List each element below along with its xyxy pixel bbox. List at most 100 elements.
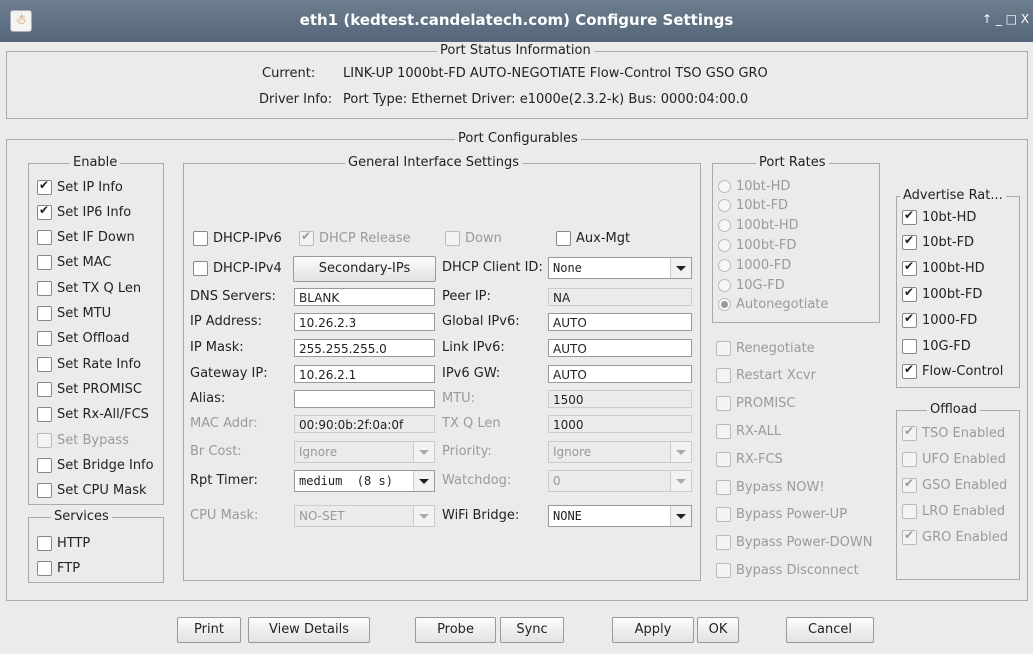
misc-renegotiate-box[interactable] [716,340,731,356]
cpu-mask-select[interactable]: NO-SET [294,505,435,527]
tx-q-len-field[interactable]: 1000 [548,415,692,433]
advertise-1000-fd-checkbox[interactable]: 1000-FD [902,311,977,329]
window-titlebar[interactable]: ☃ eth1 (kedtest.candelatech.com) Configu… [0,0,1033,42]
aux-mgt-box[interactable] [556,230,571,246]
dhcp-ipv6-checkbox[interactable]: DHCP-IPv6 [193,229,282,247]
enable-set-rx-all-fcs-checkbox[interactable]: Set Rx-All/FCS [37,406,149,424]
br-cost-select[interactable]: Ignore [294,441,435,463]
misc-bypass-now-checkbox[interactable]: Bypass NOW! [716,478,825,496]
ip-address-field[interactable]: 10.26.2.3 [294,313,435,331]
sync-button[interactable]: Sync [500,617,564,643]
port-rate-100bt-hd-dot[interactable] [718,219,731,233]
priority-select[interactable]: Ignore [548,441,692,463]
offload-lro-enabled-box[interactable] [902,503,917,519]
advertise-1000-fd-box[interactable] [902,311,917,328]
offload-tso-enabled-box[interactable] [902,424,917,441]
port-rate-1000-fd-dot[interactable] [718,258,731,272]
dhcp-release-box[interactable] [299,229,314,246]
rpt-timer-select[interactable]: medium (8 s) [294,470,435,492]
port-rate-10bt-fd-dot[interactable] [718,199,731,213]
advertise-10bt-hd-checkbox[interactable]: 10bt-HD [902,208,976,226]
secondary-ips-button[interactable]: Secondary-IPs [293,256,436,282]
dhcp-client-id-select[interactable]: None [548,257,692,279]
service-ftp-box[interactable] [37,560,52,576]
offload-gro-enabled-box[interactable] [902,528,917,545]
enable-set-bypass-box[interactable] [37,432,52,448]
ok-button[interactable]: OK [697,617,739,643]
advertise-100bt-hd-box[interactable] [902,259,917,277]
watchdog-select[interactable]: 0 [548,470,692,492]
misc-rx-fcs-box[interactable] [716,451,731,467]
gateway-ip-field[interactable]: 10.26.2.1 [294,365,435,383]
offload-gso-enabled-checkbox[interactable]: GSO Enabled [902,476,1007,494]
enable-set-offload-box[interactable] [37,331,52,347]
port-rate-100bt-fd-dot[interactable] [718,238,731,252]
misc-bypass-power-up-checkbox[interactable]: Bypass Power-UP [716,506,847,524]
apply-button[interactable]: Apply [612,617,694,643]
chevron-down-icon[interactable] [413,471,434,491]
enable-set-mac-box[interactable] [37,255,52,271]
mac-addr-field[interactable]: 00:90:0b:2f:0a:0f [294,415,435,433]
chevron-down-icon[interactable] [670,471,691,491]
advertise-100bt-fd-box[interactable] [902,285,917,302]
mtu-field[interactable]: 1500 [548,390,692,408]
enable-set-rate-info-box[interactable] [37,356,52,372]
dhcp-ipv6-box[interactable] [193,230,208,246]
misc-bypass-power-down-checkbox[interactable]: Bypass Power-DOWN [716,534,873,552]
offload-lro-enabled-checkbox[interactable]: LRO Enabled [902,502,1005,520]
advertise-10bt-hd-box[interactable] [902,208,917,225]
advertise-flow-control-checkbox[interactable]: Flow-Control [902,362,1003,381]
print-button[interactable]: Print [177,617,241,643]
service-ftp-checkbox[interactable]: FTP [37,559,80,577]
port-rate-100bt-hd-radio[interactable]: 100bt-HD [718,217,799,235]
enable-set-cpu-mask-box[interactable] [37,483,52,499]
offload-tso-enabled-checkbox[interactable]: TSO Enabled [902,424,1005,442]
enable-set-mac-checkbox[interactable]: Set MAC [37,254,111,272]
global-ipv6-field[interactable]: AUTO [548,313,692,331]
misc-restart-xcvr-box[interactable] [716,368,731,384]
enable-set-ip6-info-checkbox[interactable]: Set IP6 Info [37,203,131,221]
port-rate-100bt-fd-radio[interactable]: 100bt-FD [718,236,796,254]
chevron-down-icon[interactable] [670,506,691,526]
cancel-button[interactable]: Cancel [786,617,874,643]
offload-ufo-enabled-box[interactable] [902,451,917,467]
enable-set-ip-info-box[interactable] [37,178,52,195]
advertise-10g-fd-box[interactable] [902,338,917,354]
enable-set-promisc-checkbox[interactable]: Set PROMISC [37,380,142,398]
window-controls[interactable]: ↑ _ □ X [982,12,1029,26]
advertise-100bt-fd-checkbox[interactable]: 100bt-FD [902,285,982,303]
misc-promisc-checkbox[interactable]: PROMISC [716,395,795,413]
peer-ip-field[interactable]: NA [548,288,692,306]
link-ipv6-field[interactable]: AUTO [548,339,692,357]
port-rate-10bt-hd-dot[interactable] [718,179,731,193]
service-http-box[interactable] [37,535,52,551]
wifi-bridge-select[interactable]: NONE [548,505,692,527]
enable-set-tx-q-len-box[interactable] [37,280,52,296]
enable-set-if-down-checkbox[interactable]: Set IF Down [37,229,135,247]
port-rate-autonegotiate-radio[interactable]: Autonegotiate [718,296,828,314]
alias-field[interactable] [294,390,435,408]
down-checkbox[interactable]: Down [445,229,502,247]
enable-set-ip6-info-box[interactable] [37,203,52,220]
misc-promisc-box[interactable] [716,396,731,412]
advertise-100bt-hd-checkbox[interactable]: 100bt-HD [902,259,985,278]
offload-gso-enabled-box[interactable] [902,476,917,493]
dhcp-release-checkbox[interactable]: DHCP Release [299,229,411,247]
ipv6-gw-field[interactable]: AUTO [548,365,692,383]
port-rate-10g-fd-radio[interactable]: 10G-FD [718,276,785,294]
misc-restart-xcvr-checkbox[interactable]: Restart Xcvr [716,367,816,385]
misc-rx-all-checkbox[interactable]: RX-ALL [716,422,781,440]
enable-set-bridge-info-checkbox[interactable]: Set Bridge Info [37,456,154,474]
misc-renegotiate-checkbox[interactable]: Renegotiate [716,339,815,357]
misc-rx-all-box[interactable] [716,423,731,439]
dhcp-ipv4-checkbox[interactable]: DHCP-IPv4 [193,259,282,277]
offload-ufo-enabled-checkbox[interactable]: UFO Enabled [902,450,1006,468]
chevron-down-icon[interactable] [670,258,691,278]
view-details-button[interactable]: View Details [248,617,370,643]
enable-set-promisc-box[interactable] [37,381,52,397]
port-rate-1000-fd-radio[interactable]: 1000-FD [718,256,791,274]
misc-bypass-disconnect-box[interactable] [716,562,731,578]
enable-set-bypass-checkbox[interactable]: Set Bypass [37,431,129,449]
enable-set-if-down-box[interactable] [37,230,52,246]
enable-set-cpu-mask-checkbox[interactable]: Set CPU Mask [37,482,147,500]
